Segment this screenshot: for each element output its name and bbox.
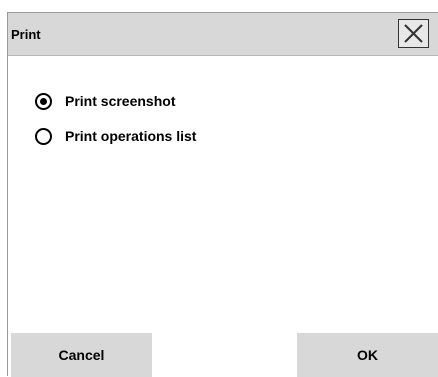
- option-label-print-operations-list: Print operations list: [65, 128, 197, 144]
- cancel-button[interactable]: Cancel: [11, 333, 152, 377]
- radio-print-screenshot[interactable]: [35, 92, 52, 110]
- dialog-title: Print: [11, 27, 41, 42]
- option-label-print-screenshot: Print screenshot: [65, 93, 176, 109]
- ok-button[interactable]: OK: [297, 333, 438, 377]
- radio-selected-dot: [40, 97, 47, 105]
- print-dialog: Print Print screenshot Print operations …: [7, 12, 438, 377]
- close-x-icon: [404, 24, 423, 43]
- dialog-titlebar: Print: [8, 13, 438, 56]
- close-button[interactable]: [398, 19, 429, 48]
- radio-print-operations-list[interactable]: [35, 127, 52, 145]
- option-print-screenshot[interactable]: Print screenshot: [35, 91, 175, 111]
- option-print-operations-list[interactable]: Print operations list: [35, 126, 196, 146]
